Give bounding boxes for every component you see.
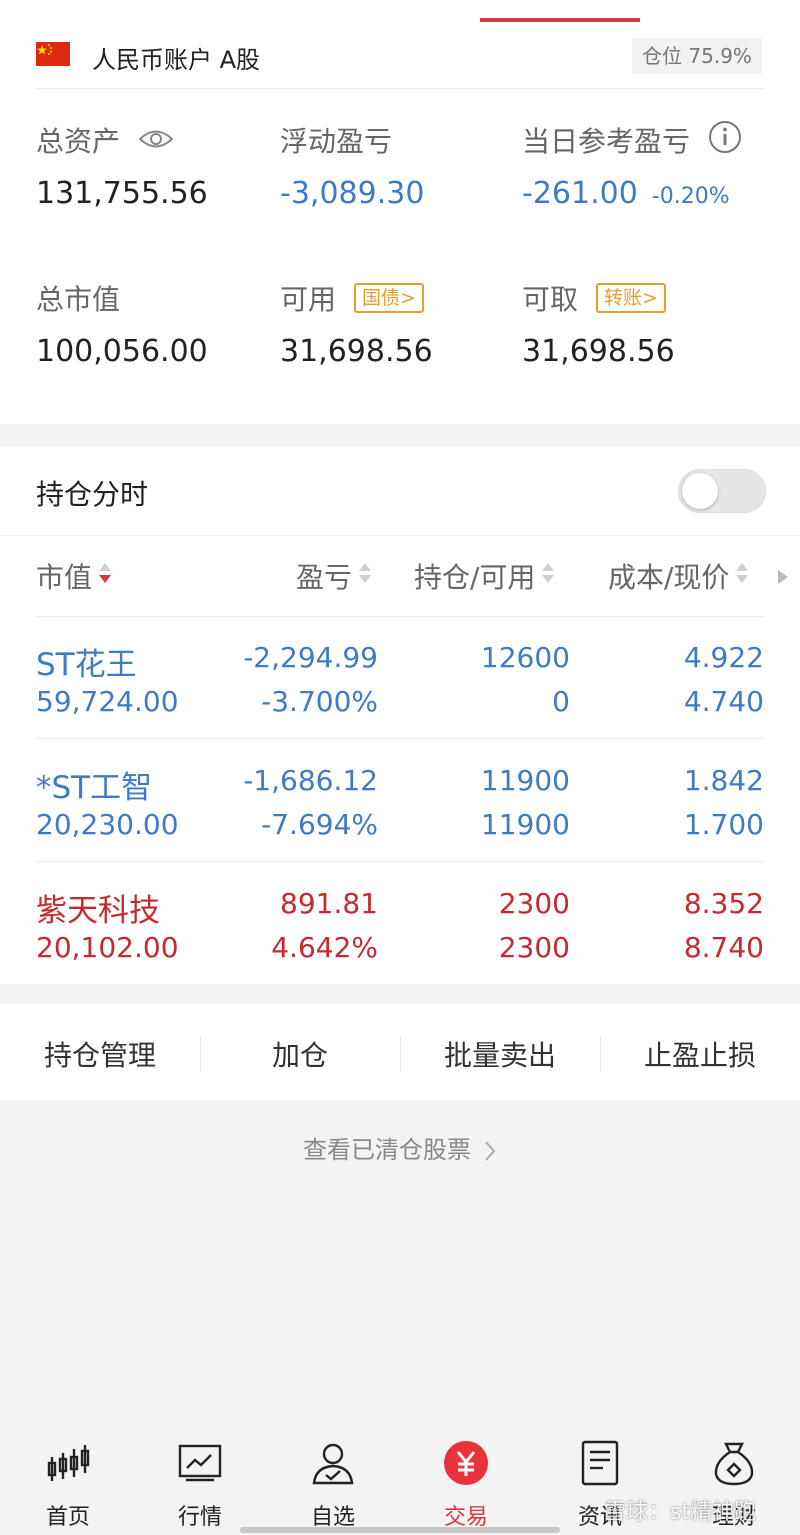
nav-watchlist[interactable]: 自选 bbox=[273, 1439, 393, 1531]
header-cost-price[interactable]: 成本/现价 bbox=[608, 556, 749, 596]
stock-name: ST花王 bbox=[36, 647, 137, 683]
stock-market-value: 20,230.00 bbox=[36, 808, 179, 841]
available-funds: 可用 国债> 31,698.56 bbox=[280, 278, 433, 369]
user-check-icon bbox=[273, 1439, 393, 1487]
holding-time-toggle[interactable] bbox=[678, 469, 766, 513]
candlestick-icon bbox=[8, 1439, 128, 1487]
header-pl[interactable]: 盈亏 bbox=[296, 556, 372, 596]
chevron-right-icon bbox=[485, 1141, 496, 1161]
stock-pl-pct: -3.700% bbox=[261, 685, 378, 718]
stock-position: 11900 bbox=[480, 764, 570, 797]
stock-available: 2300 bbox=[498, 931, 570, 964]
take-profit-stop-loss-button[interactable]: 止盈止损 bbox=[600, 1034, 800, 1074]
yuan-icon bbox=[406, 1439, 526, 1487]
floating-pl: 浮动盈亏 -3,089.30 bbox=[280, 120, 424, 211]
watermark-text: 雪球：st精神跑 bbox=[604, 1500, 757, 1525]
divider bbox=[36, 861, 764, 862]
eye-icon[interactable] bbox=[138, 124, 174, 157]
daily-pl: 当日参考盈亏 -261.00 -0.20% bbox=[522, 120, 742, 211]
toggle-knob bbox=[682, 473, 718, 509]
manage-positions-button[interactable]: 持仓管理 bbox=[0, 1034, 200, 1074]
info-icon[interactable] bbox=[708, 120, 742, 161]
daily-pl-label: 当日参考盈亏 bbox=[522, 125, 691, 158]
divider bbox=[36, 88, 764, 89]
transfer-button[interactable]: 转账> bbox=[596, 283, 666, 313]
stock-pl-pct: 4.642% bbox=[271, 931, 378, 964]
holding-time-label: 持仓分时 bbox=[36, 478, 149, 511]
active-tab-indicator bbox=[480, 18, 640, 22]
total-assets-label: 总资产 bbox=[36, 125, 121, 158]
stock-market-value: 59,724.00 bbox=[36, 685, 179, 718]
sort-icon bbox=[541, 560, 555, 593]
document-icon bbox=[540, 1439, 660, 1487]
header-label: 持仓/可用 bbox=[414, 561, 536, 594]
header-label: 市值 bbox=[36, 561, 93, 594]
stock-price: 4.740 bbox=[683, 685, 764, 718]
market-value: 总市值 100,056.00 bbox=[36, 278, 208, 369]
withdrawable-label: 可取 bbox=[522, 283, 579, 316]
stock-market-value: 20,102.00 bbox=[36, 931, 179, 964]
sort-desc-icon bbox=[98, 560, 112, 593]
daily-pl-pct: -0.20% bbox=[651, 184, 730, 209]
stock-pl: -2,294.99 bbox=[243, 641, 378, 674]
stock-pl: 891.81 bbox=[280, 887, 378, 920]
holding-time-section: 持仓分时 bbox=[0, 447, 800, 535]
withdrawable-funds: 可取 转账> 31,698.56 bbox=[522, 278, 675, 369]
chart-icon bbox=[140, 1439, 260, 1487]
account-name[interactable]: 人民币账户 A股 bbox=[92, 40, 260, 75]
stock-cost: 4.922 bbox=[683, 641, 764, 674]
header-label: 盈亏 bbox=[296, 561, 353, 594]
stock-cost: 1.842 bbox=[683, 764, 764, 797]
available-value: 31,698.56 bbox=[280, 334, 433, 369]
floating-pl-label: 浮动盈亏 bbox=[280, 125, 393, 158]
nav-label: 首页 bbox=[45, 1505, 90, 1530]
position-ratio-badge: 仓位 75.9% bbox=[632, 38, 762, 74]
sort-icon bbox=[358, 560, 372, 593]
table-header: 市值 盈亏 持仓/可用 成本/现价 bbox=[0, 536, 800, 617]
stock-pl-pct: -7.694% bbox=[261, 808, 378, 841]
stock-position: 2300 bbox=[498, 887, 570, 920]
home-indicator[interactable] bbox=[240, 1527, 560, 1533]
stock-cost: 8.352 bbox=[683, 887, 764, 920]
available-label: 可用 bbox=[280, 283, 337, 316]
header-position[interactable]: 持仓/可用 bbox=[414, 556, 555, 596]
market-value-label: 总市值 bbox=[36, 283, 121, 316]
add-position-button[interactable]: 加仓 bbox=[200, 1034, 400, 1074]
daily-pl-value: -261.00 bbox=[522, 176, 638, 211]
cleared-link-label: 查看已清仓股票 bbox=[303, 1136, 471, 1164]
position-actions: 持仓管理 加仓 批量卖出 止盈止损 bbox=[0, 1004, 800, 1100]
stock-name: *ST工智 bbox=[36, 770, 153, 806]
floating-pl-value: -3,089.30 bbox=[280, 176, 425, 211]
header-market-value[interactable]: 市值 bbox=[36, 556, 112, 596]
nav-home[interactable]: 首页 bbox=[8, 1439, 128, 1531]
holdings-table: 市值 盈亏 持仓/可用 成本/现价 ST花王 59,724.00 -2,294.… bbox=[0, 536, 800, 984]
account-summary: 人民币账户 A股 仓位 75.9% 总资产 131,755.56 浮动盈亏 -3… bbox=[0, 0, 800, 424]
divider bbox=[36, 738, 764, 739]
china-flag-icon bbox=[36, 42, 70, 66]
stock-pl: -1,686.12 bbox=[243, 764, 378, 797]
table-row[interactable]: ST花王 59,724.00 -2,294.99 -3.700% 12600 0… bbox=[0, 617, 800, 739]
header-label: 成本/现价 bbox=[608, 561, 730, 594]
table-row[interactable]: 紫天科技 20,102.00 891.81 4.642% 2300 2300 8… bbox=[0, 863, 800, 985]
total-assets-value: 131,755.56 bbox=[36, 176, 208, 211]
stock-position: 12600 bbox=[480, 641, 570, 674]
stock-name: 紫天科技 bbox=[36, 893, 160, 929]
nav-trade[interactable]: 交易 bbox=[406, 1439, 526, 1531]
stock-price: 1.700 bbox=[683, 808, 764, 841]
money-bag-icon bbox=[674, 1439, 794, 1487]
market-value-value: 100,056.00 bbox=[36, 334, 208, 369]
table-row[interactable]: *ST工智 20,230.00 -1,686.12 -7.694% 11900 … bbox=[0, 740, 800, 862]
withdrawable-value: 31,698.56 bbox=[522, 334, 675, 369]
view-cleared-stocks-link[interactable]: 查看已清仓股票 bbox=[0, 1130, 800, 1165]
stock-price: 8.740 bbox=[683, 931, 764, 964]
scroll-right-icon[interactable] bbox=[776, 568, 790, 590]
stock-available: 0 bbox=[552, 685, 570, 718]
stock-available: 11900 bbox=[480, 808, 570, 841]
sort-icon bbox=[735, 560, 749, 593]
treasury-bond-button[interactable]: 国债> bbox=[354, 283, 424, 313]
nav-market[interactable]: 行情 bbox=[140, 1439, 260, 1531]
total-assets: 总资产 131,755.56 bbox=[36, 120, 208, 211]
batch-sell-button[interactable]: 批量卖出 bbox=[400, 1034, 600, 1074]
